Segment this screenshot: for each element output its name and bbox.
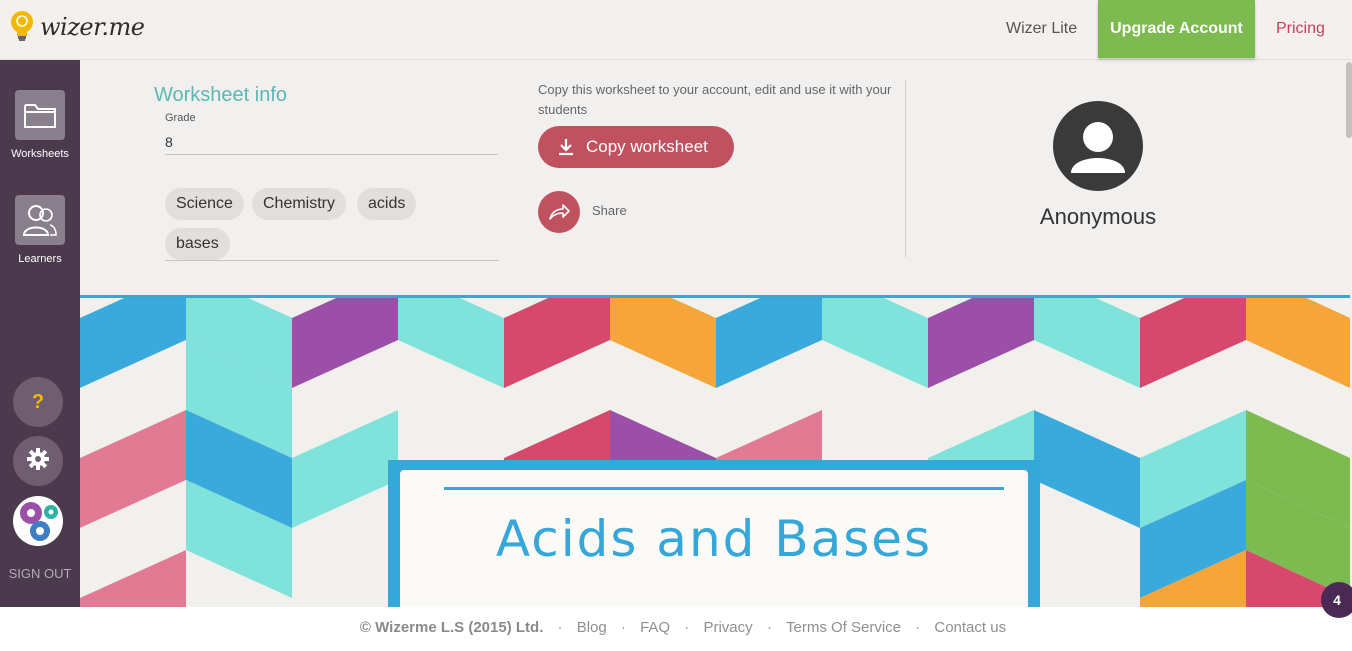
footer-link-contact[interactable]: Contact us <box>934 619 1006 636</box>
notification-badge[interactable]: 4 <box>1321 582 1352 618</box>
author-name: Anonymous <box>1039 204 1157 229</box>
share-label[interactable]: Share <box>592 203 627 218</box>
grade-label: Grade <box>165 112 196 124</box>
nav-pricing[interactable]: Pricing <box>1276 20 1325 38</box>
top-bar: wizer.me Wizer Lite Upgrade Account Pric… <box>0 0 1352 60</box>
sidebar: Worksheets Learners ? SIGN OUT <box>0 60 80 607</box>
tag-bases[interactable]: bases <box>165 228 230 260</box>
user-avatar-gears[interactable] <box>13 496 63 546</box>
scrollbar[interactable] <box>1346 62 1352 138</box>
nav-wizer-lite[interactable]: Wizer Lite <box>1006 20 1077 38</box>
sidebar-item-learners[interactable]: Learners <box>0 195 80 265</box>
share-icon <box>549 204 570 220</box>
copy-worksheet-button[interactable]: Copy worksheet <box>538 126 734 168</box>
download-icon <box>559 139 573 156</box>
tag-list: Science Chemistry acids bases <box>165 186 499 261</box>
title-decoration-line <box>444 487 1004 490</box>
author-avatar <box>1053 101 1143 191</box>
tag-acids[interactable]: acids <box>357 188 417 220</box>
panel-divider <box>905 80 906 257</box>
title-card-inner: Acids and Bases <box>400 470 1028 607</box>
footer-link-faq[interactable]: FAQ <box>640 619 670 636</box>
footer-link-blog[interactable]: Blog <box>577 619 607 636</box>
copy-description: Copy this worksheet to your account, edi… <box>538 82 892 117</box>
gears-icon <box>20 502 58 541</box>
wizer-logo[interactable]: wizer.me <box>10 10 145 44</box>
sign-out-link[interactable]: SIGN OUT <box>0 566 80 581</box>
upgrade-account-button[interactable]: Upgrade Account <box>1098 0 1255 58</box>
copy-worksheet-label: Copy worksheet <box>586 137 708 156</box>
footer-link-terms[interactable]: Terms Of Service <box>786 619 901 636</box>
logo-text: wizer.me <box>40 13 145 41</box>
question-icon: ? <box>31 390 45 413</box>
title-card: Acids and Bases <box>388 460 1040 607</box>
share-button[interactable] <box>538 191 580 233</box>
help-button[interactable]: ? <box>13 377 63 427</box>
footer: © Wizerme L.S (2015) Ltd. · Blog · FAQ ·… <box>0 607 1352 651</box>
sidebar-item-label: Learners <box>18 253 62 265</box>
gear-icon <box>26 447 50 476</box>
worksheet-banner: Acids and Bases <box>80 295 1350 607</box>
folder-icon <box>15 90 65 140</box>
sidebar-item-worksheets[interactable]: Worksheets <box>0 90 80 160</box>
settings-button[interactable] <box>13 436 63 486</box>
worksheet-info-title: Worksheet info <box>154 84 288 106</box>
footer-copyright: © Wizerme L.S (2015) Ltd. <box>359 619 544 636</box>
person-icon <box>1071 122 1125 173</box>
users-icon <box>15 195 65 245</box>
lightbulb-icon <box>10 10 34 44</box>
sidebar-item-label: Worksheets <box>11 148 69 160</box>
footer-link-privacy[interactable]: Privacy <box>703 619 752 636</box>
tag-chemistry[interactable]: Chemistry <box>252 188 347 220</box>
worksheet-title: Acids and Bases <box>495 510 933 568</box>
footer-links: © Wizerme L.S (2015) Ltd. · Blog · FAQ ·… <box>359 619 1007 636</box>
grade-value: 8 <box>165 134 498 155</box>
tag-science[interactable]: Science <box>165 188 244 220</box>
